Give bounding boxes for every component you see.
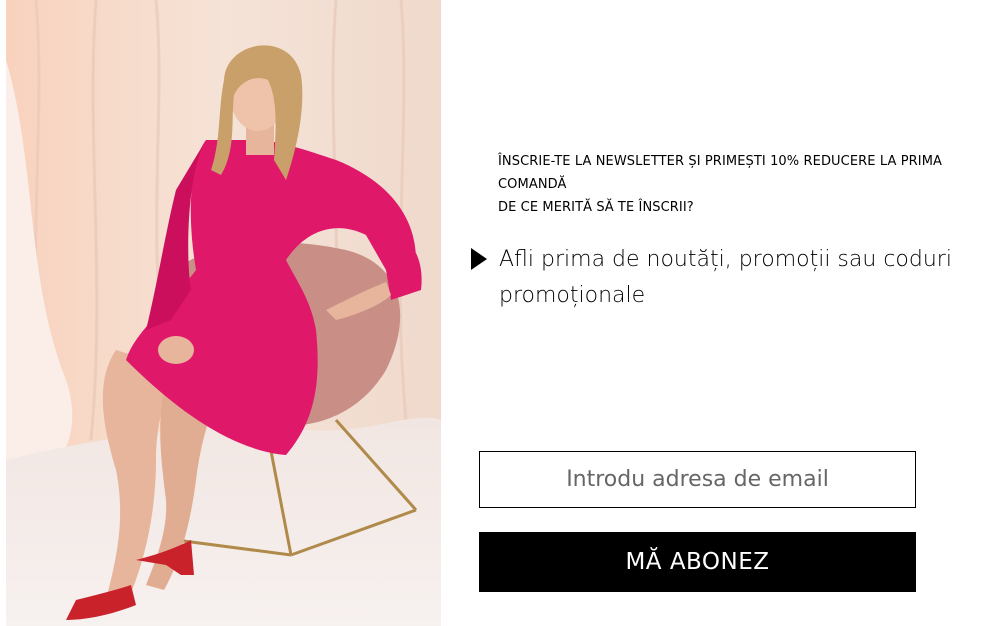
benefit-item: Afli prima de noutăți, promoții sau codu… (469, 242, 979, 314)
triangle-right-icon (471, 248, 487, 270)
headline-line-2: COMANDĂ (498, 177, 567, 192)
subscribe-button[interactable]: MĂ ABONEZ (479, 532, 916, 592)
newsletter-headline: ÎNSCRIE-TE LA NEWSLETTER ȘI PRIMEȘTI 10%… (498, 150, 978, 219)
email-input[interactable] (479, 451, 916, 508)
newsletter-panel: ÎNSCRIE-TE LA NEWSLETTER ȘI PRIMEȘTI 10%… (441, 0, 1008, 626)
model-illustration (6, 0, 441, 626)
benefit-text: Afli prima de noutăți, promoții sau codu… (499, 247, 952, 308)
headline-line-3: DE CE MERITĂ SĂ TE ÎNSCRII? (498, 200, 694, 215)
headline-line-1: ÎNSCRIE-TE LA NEWSLETTER ȘI PRIMEȘTI 10%… (498, 154, 943, 169)
promo-photo (6, 0, 441, 626)
